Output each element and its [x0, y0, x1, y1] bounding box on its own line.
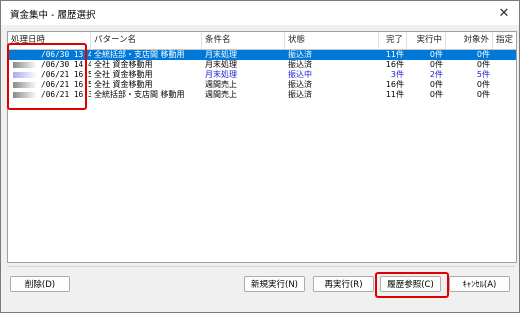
cell-pattern: 全社 資金移動用 [94, 80, 153, 89]
cell-done: 16件 [385, 60, 404, 69]
cell-running: 0件 [429, 80, 443, 89]
cell-done: 16件 [385, 80, 404, 89]
cancel-button[interactable]: ｷｬﾝｾﾙ(A) [449, 276, 510, 292]
history-button-highlight [375, 272, 449, 298]
cell-done: 3件 [390, 70, 404, 79]
history-select-window: 資金集中 - 履歴選択 ✕ 処理日時 パターン名 条件名 状態 完了 実行中 対… [0, 0, 520, 313]
cell-condition: 週間売上 [205, 90, 237, 99]
cell-status: 振込中 [288, 70, 312, 79]
cell-excluded: 0件 [476, 50, 490, 59]
cell-status: 振込済 [288, 90, 312, 99]
date-column-highlight [7, 43, 87, 110]
cell-condition: 月末処理 [205, 60, 237, 69]
cell-condition: 月末処理 [205, 50, 237, 59]
cell-pattern: 全統括部・支店間 移動用 [94, 50, 185, 59]
cell-excluded: 5件 [476, 70, 490, 79]
window-title: 資金集中 - 履歴選択 [10, 10, 96, 21]
title-bar: 資金集中 - 履歴選択 ✕ [1, 1, 519, 25]
cell-pattern: 全社 資金移動用 [94, 60, 153, 69]
cell-excluded: 0件 [476, 80, 490, 89]
footer-divider [7, 266, 515, 267]
cell-done: 11件 [385, 90, 404, 99]
close-icon[interactable]: ✕ [489, 1, 519, 25]
col-header-done[interactable]: 完了 [379, 32, 407, 49]
cell-running: 0件 [429, 90, 443, 99]
col-header-condition[interactable]: 条件名 [202, 32, 285, 49]
col-header-pattern[interactable]: パターン名 [91, 32, 202, 49]
col-header-running[interactable]: 実行中 [407, 32, 446, 49]
col-header-status[interactable]: 状態 [285, 32, 379, 49]
cell-excluded: 0件 [476, 60, 490, 69]
col-header-designated[interactable]: 指定 [493, 32, 516, 49]
cell-running: 2件 [429, 70, 443, 79]
cell-excluded: 0件 [476, 90, 490, 99]
col-header-excluded[interactable]: 対象外 [446, 32, 493, 49]
cell-status: 振込済 [288, 60, 312, 69]
new-run-button[interactable]: 新規実行(N) [244, 276, 305, 292]
rerun-button[interactable]: 再実行(R) [313, 276, 374, 292]
cell-condition: 週間売上 [205, 80, 237, 89]
cell-condition: 月末処理 [205, 70, 237, 79]
cell-pattern: 全社 資金移動用 [94, 70, 153, 79]
cell-status: 振込済 [288, 80, 312, 89]
cell-status: 振込済 [288, 50, 312, 59]
cell-pattern: 全統括部・支店間 移動用 [94, 90, 185, 99]
cell-running: 0件 [429, 50, 443, 59]
delete-button[interactable]: 削除(D) [10, 276, 70, 292]
cell-done: 11件 [385, 50, 404, 59]
cell-running: 0件 [429, 60, 443, 69]
